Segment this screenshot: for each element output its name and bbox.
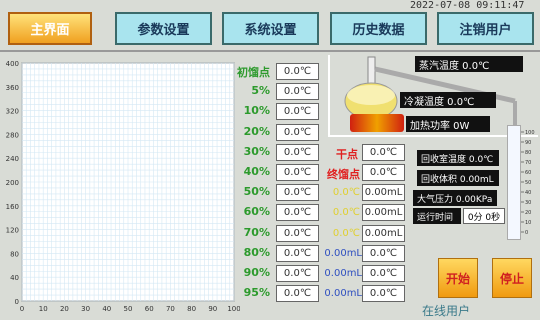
runtime-value: 0分 0秒 xyxy=(463,208,505,224)
header-divider xyxy=(0,50,540,52)
receiving-cylinder xyxy=(507,125,521,240)
extra-value: 0.00mL xyxy=(324,288,362,300)
extra-value: 0.0℃ xyxy=(332,207,360,219)
reading-value: 0.0℃ xyxy=(276,265,319,282)
cylinder-tick-label: 60 xyxy=(525,170,531,176)
reading-value: 0.0℃ xyxy=(276,63,319,80)
extra-value: 0.0℃ xyxy=(362,244,405,262)
x-tick-label: 100 xyxy=(227,305,240,313)
cylinder-tick-label: 30 xyxy=(525,200,531,206)
vapor-temp-label: 蒸汽温度 0.0℃ xyxy=(415,56,523,72)
cylinder-tick-label: 0 xyxy=(525,230,528,236)
extra-value: 0.00mL xyxy=(362,204,405,222)
cylinder-tick-label: 80 xyxy=(525,150,531,156)
reading-label: 60% xyxy=(243,205,270,219)
x-tick-label: 70 xyxy=(166,305,175,313)
x-tick-label: 10 xyxy=(39,305,48,313)
extra-value: 0.00mL xyxy=(362,224,405,242)
reading-label: 10% xyxy=(243,104,270,118)
reading-label: 90% xyxy=(243,266,270,279)
extra-value: 0.0℃ xyxy=(362,285,405,303)
stop-button[interactable]: 停止 xyxy=(492,258,532,298)
x-tick-label: 30 xyxy=(81,305,90,313)
x-tick-label: 80 xyxy=(187,305,196,313)
y-tick-label: 200 xyxy=(6,179,19,187)
reading-value: 0.0℃ xyxy=(276,164,319,181)
cylinder-tick-label: 20 xyxy=(525,210,531,216)
reading-value: 0.0℃ xyxy=(276,143,319,161)
x-tick-label: 90 xyxy=(208,305,217,313)
extra-value: 0.00mL xyxy=(324,247,362,259)
reading-value: 0.0℃ xyxy=(276,285,319,303)
cylinder-tick-label: 40 xyxy=(525,190,531,196)
x-tick-label: 60 xyxy=(145,305,154,313)
y-tick-label: 400 xyxy=(6,60,19,68)
start-button[interactable]: 开始 xyxy=(438,258,478,298)
cylinder-tick-label: 100 xyxy=(525,130,535,136)
reading-label: 初馏点 xyxy=(237,66,270,79)
extra-value: 0.0℃ xyxy=(332,227,360,239)
reading-value: 0.0℃ xyxy=(276,184,319,202)
reading-value: 0.0℃ xyxy=(276,224,319,242)
pressure-label: 大气压力 0.00KPa xyxy=(413,190,497,206)
cylinder-tick-label: 50 xyxy=(525,180,531,186)
x-tick-label: 20 xyxy=(60,305,69,313)
x-tick-label: 0 xyxy=(20,305,24,313)
end-point-label: 终馏点 xyxy=(327,168,360,181)
extra-value: 0.0℃ xyxy=(332,187,360,199)
end-point-value: 0.0℃ xyxy=(362,164,405,181)
x-tick-label: 50 xyxy=(124,305,133,313)
y-tick-label: 320 xyxy=(6,108,19,116)
y-tick-label: 0 xyxy=(15,298,19,306)
x-tick-label: 40 xyxy=(102,305,111,313)
nav-params-button[interactable]: 参数设置 xyxy=(115,12,212,45)
online-user-label: 在线用户 xyxy=(422,304,471,318)
reading-label: 40% xyxy=(243,165,270,178)
cylinder-scale: 1009080706050403020100 xyxy=(521,130,535,236)
reading-label: 20% xyxy=(243,124,270,138)
extra-value: 0.0℃ xyxy=(362,265,405,282)
cond-temp-label: 冷凝温度 0.0℃ xyxy=(400,92,496,108)
dry-point-value: 0.0℃ xyxy=(362,144,405,161)
heat-power-label: 加热功率 0W xyxy=(406,116,490,132)
reading-value: 0.0℃ xyxy=(276,103,319,121)
nav-system-button[interactable]: 系统设置 xyxy=(222,12,319,45)
nav-main-button[interactable]: 主界面 xyxy=(8,12,92,45)
y-tick-label: 160 xyxy=(6,203,19,211)
nav-history-button[interactable]: 历史数据 xyxy=(330,12,427,45)
reading-value: 0.0℃ xyxy=(276,83,319,101)
extra-value: 0.00mL xyxy=(324,268,362,279)
y-tick-label: 120 xyxy=(6,227,19,235)
y-tick-label: 280 xyxy=(6,131,19,139)
reading-value: 0.0℃ xyxy=(276,123,319,141)
cylinder-tick-label: 90 xyxy=(525,140,531,146)
reading-value: 0.0℃ xyxy=(276,244,319,262)
timestamp: 2022-07-08 09:11:47 xyxy=(410,0,525,11)
runtime-label: 运行时间 xyxy=(413,208,461,224)
reading-label: 30% xyxy=(243,144,270,158)
heater-flame-icon xyxy=(350,114,404,132)
recv-temp-label: 回收室温度 0.0℃ xyxy=(417,150,499,166)
reading-label: 95% xyxy=(243,286,270,300)
y-tick-label: 80 xyxy=(10,250,19,258)
recv-vol-label: 回收体积 0.00mL xyxy=(417,170,499,186)
cylinder-tick-label: 70 xyxy=(525,160,531,166)
dry-point-label: 干点 xyxy=(336,148,358,161)
distillation-chart: 0 40 80 120 160 200 240 280 320 360 400 0 10 20 30 40 50… xyxy=(6,60,240,313)
y-tick-label: 360 xyxy=(6,84,19,92)
reading-label: 5% xyxy=(251,84,270,98)
nav-logout-button[interactable]: 注销用户 xyxy=(437,12,534,45)
reading-value: 0.0℃ xyxy=(276,204,319,222)
reading-label: 70% xyxy=(243,225,270,239)
reading-label: 50% xyxy=(243,185,270,199)
y-tick-label: 40 xyxy=(10,274,19,282)
cylinder-tick-label: 10 xyxy=(525,220,531,226)
y-tick-label: 240 xyxy=(6,155,19,163)
reading-label: 80% xyxy=(243,245,270,259)
extra-value: 0.00mL xyxy=(362,184,405,202)
